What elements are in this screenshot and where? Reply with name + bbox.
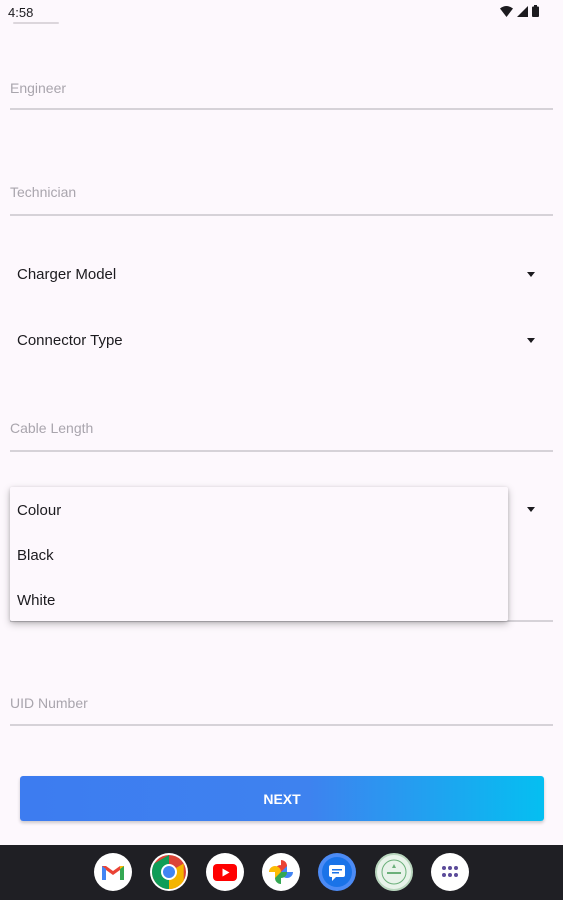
connector-type-label: Connector Type xyxy=(17,332,123,349)
uid-number-field[interactable]: UID Number xyxy=(10,691,553,729)
chevron-down-icon xyxy=(527,272,535,277)
technician-placeholder: Technician xyxy=(10,184,77,200)
menu-item-colour[interactable]: Colour xyxy=(17,502,61,519)
technician-underline xyxy=(10,214,553,216)
engineer-placeholder: Engineer xyxy=(10,80,67,96)
battery-icon xyxy=(532,5,539,17)
menu-item-black[interactable]: Black xyxy=(17,547,54,564)
app-icon[interactable] xyxy=(375,853,413,891)
messages-icon[interactable] xyxy=(318,853,356,891)
app-drawer-icon[interactable] xyxy=(431,853,469,891)
gmail-icon[interactable] xyxy=(94,853,132,891)
connector-type-dropdown[interactable]: Connector Type xyxy=(17,329,543,353)
cable-length-underline xyxy=(10,450,553,452)
charger-model-label: Charger Model xyxy=(17,266,117,283)
status-icons xyxy=(500,5,539,17)
charger-model-dropdown[interactable]: Charger Model xyxy=(17,263,543,287)
youtube-icon[interactable] xyxy=(206,853,244,891)
chevron-down-icon xyxy=(527,507,535,512)
technician-field[interactable]: Technician xyxy=(10,180,553,218)
cable-length-field[interactable]: Cable Length xyxy=(10,416,553,454)
signal-icon xyxy=(517,5,528,17)
engineer-underline xyxy=(10,108,553,110)
cable-length-placeholder: Cable Length xyxy=(10,420,94,436)
chevron-down-icon xyxy=(527,338,535,343)
next-button[interactable]: NEXT xyxy=(20,776,544,821)
photos-icon[interactable] xyxy=(262,853,300,891)
menu-item-white[interactable]: White xyxy=(17,592,55,609)
chrome-icon[interactable] xyxy=(150,853,188,891)
engineer-field[interactable]: Engineer xyxy=(10,76,553,112)
taskbar xyxy=(0,845,563,900)
colour-menu: Colour Black White xyxy=(10,487,508,621)
uid-number-underline xyxy=(10,724,553,726)
status-time: 4:58 xyxy=(8,5,34,20)
wifi-icon xyxy=(500,5,513,17)
status-indicator xyxy=(13,22,59,24)
status-bar: 4:58 xyxy=(0,0,563,26)
uid-number-placeholder: UID Number xyxy=(10,695,88,711)
